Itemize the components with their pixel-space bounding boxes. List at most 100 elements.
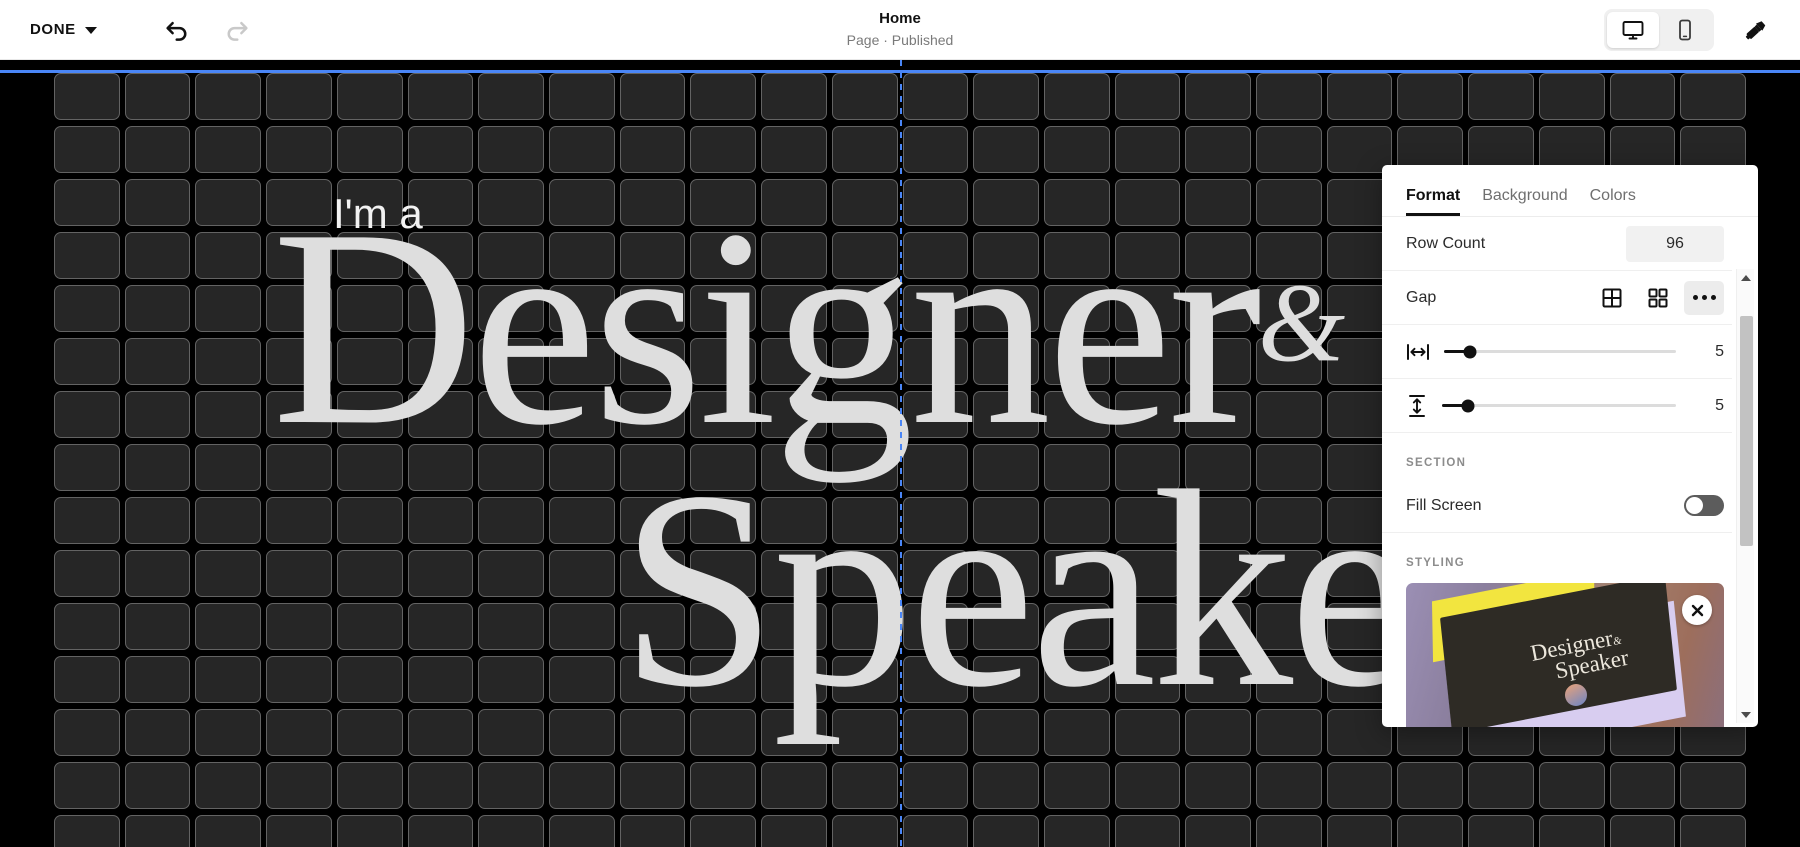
page-title: Home <box>879 9 921 27</box>
grid-cell <box>266 126 332 173</box>
row-count-row: Row Count 96 <box>1382 217 1732 271</box>
grid-cell <box>902 603 969 650</box>
vertical-gap-slider-knob[interactable] <box>1461 399 1475 412</box>
grid-cell <box>195 179 262 226</box>
theme-brush-button[interactable] <box>1728 7 1784 53</box>
grid-cell <box>266 656 332 703</box>
grid-cell <box>1114 126 1181 173</box>
grid-cell <box>761 709 827 756</box>
grid-cell <box>478 603 544 650</box>
grid-cell <box>973 285 1039 332</box>
grid-cell <box>478 73 544 120</box>
page-status: Page · Published <box>846 31 954 48</box>
grid-cell <box>195 656 262 703</box>
grid-cell <box>266 497 332 544</box>
grid-cell <box>478 815 544 847</box>
grid-cell <box>1185 391 1252 438</box>
styling-group-header: STYLING <box>1406 557 1465 569</box>
scrollbar-up-button[interactable] <box>1737 269 1755 286</box>
grid-cell <box>336 285 403 332</box>
done-button[interactable]: DONE <box>22 15 105 44</box>
undo-button[interactable] <box>151 8 203 52</box>
scrollbar-thumb[interactable] <box>1740 316 1753 546</box>
grid-cell <box>831 338 898 385</box>
row-count-input[interactable]: 96 <box>1626 225 1724 262</box>
grid-cell <box>761 232 827 279</box>
horizontal-gap-slider-knob[interactable] <box>1463 345 1477 358</box>
grid-cell <box>195 762 262 809</box>
grid-cell <box>1185 232 1252 279</box>
grid-cell <box>124 709 191 756</box>
grid-cell <box>1114 285 1181 332</box>
panel-tab-bar: Format Background Colors <box>1382 165 1758 217</box>
grid-tight-button[interactable] <box>1592 281 1632 315</box>
grid-cell <box>478 338 544 385</box>
grid-cell <box>690 232 757 279</box>
fill-screen-toggle[interactable] <box>1684 495 1724 516</box>
tab-colors[interactable]: Colors <box>1590 187 1636 216</box>
gap-custom-button[interactable] <box>1684 280 1724 315</box>
device-preview-switch <box>1604 9 1714 51</box>
grid-cell <box>1114 179 1181 226</box>
grid-cell <box>1185 444 1252 491</box>
grid-cell <box>336 656 403 703</box>
grid-cell <box>619 656 686 703</box>
grid-cell <box>266 762 332 809</box>
grid-cell <box>619 550 686 597</box>
horizontal-gap-value: 5 <box>1715 342 1724 360</box>
styling-preview-thumbnail[interactable]: Designer& Speaker <box>1406 583 1724 727</box>
grid-cell <box>1114 232 1181 279</box>
grid-cell <box>1114 603 1181 650</box>
grid-cell <box>54 126 120 173</box>
vertical-gap-slider[interactable] <box>1442 399 1676 412</box>
grid-cell <box>195 285 262 332</box>
scrollbar-down-button[interactable] <box>1737 706 1755 723</box>
grid-cell <box>478 656 544 703</box>
grid-cell <box>973 391 1039 438</box>
grid-cell <box>548 550 615 597</box>
grid-cell <box>54 179 120 226</box>
scroll-up-arrow-icon <box>1740 274 1751 281</box>
grid-cell <box>690 338 757 385</box>
grid-cell <box>124 762 191 809</box>
grid-cell <box>619 444 686 491</box>
grid-cell <box>902 126 969 173</box>
grid-cell <box>1256 815 1322 847</box>
panel-scrollbar[interactable] <box>1736 269 1754 723</box>
styling-close-button[interactable] <box>1682 595 1712 625</box>
grid-cell <box>1326 73 1393 120</box>
grid-cell <box>266 550 332 597</box>
grid-cell <box>548 444 615 491</box>
grid-cell <box>1043 762 1110 809</box>
grid-cell <box>761 603 827 650</box>
top-toolbar: DONE Home Page · Published <box>0 0 1800 60</box>
redo-button[interactable] <box>211 8 263 52</box>
grid-cell <box>619 232 686 279</box>
tab-format[interactable]: Format <box>1406 187 1461 216</box>
gap-row: Gap <box>1382 271 1732 325</box>
grid-cell <box>831 73 898 120</box>
grid-cell <box>690 285 757 332</box>
grid-cell <box>124 497 191 544</box>
desktop-view-button[interactable] <box>1607 12 1659 48</box>
grid-cell <box>1043 497 1110 544</box>
grid-cell <box>407 391 474 438</box>
grid-cell <box>973 709 1039 756</box>
grid-cell <box>266 338 332 385</box>
tab-background[interactable]: Background <box>1482 187 1567 216</box>
grid-cell <box>1256 497 1322 544</box>
grid-cell <box>266 391 332 438</box>
grid-spaced-button[interactable] <box>1638 281 1678 315</box>
grid-cell <box>54 444 120 491</box>
mobile-view-button[interactable] <box>1659 12 1711 48</box>
grid-cell <box>973 126 1039 173</box>
grid-cell <box>407 550 474 597</box>
grid-cell <box>266 603 332 650</box>
grid-cell <box>973 603 1039 650</box>
grid-cell <box>195 550 262 597</box>
grid-cell <box>1256 179 1322 226</box>
horizontal-gap-slider[interactable] <box>1444 345 1676 358</box>
grid-cell <box>619 73 686 120</box>
grid-cell <box>973 762 1039 809</box>
grid-cell <box>407 603 474 650</box>
